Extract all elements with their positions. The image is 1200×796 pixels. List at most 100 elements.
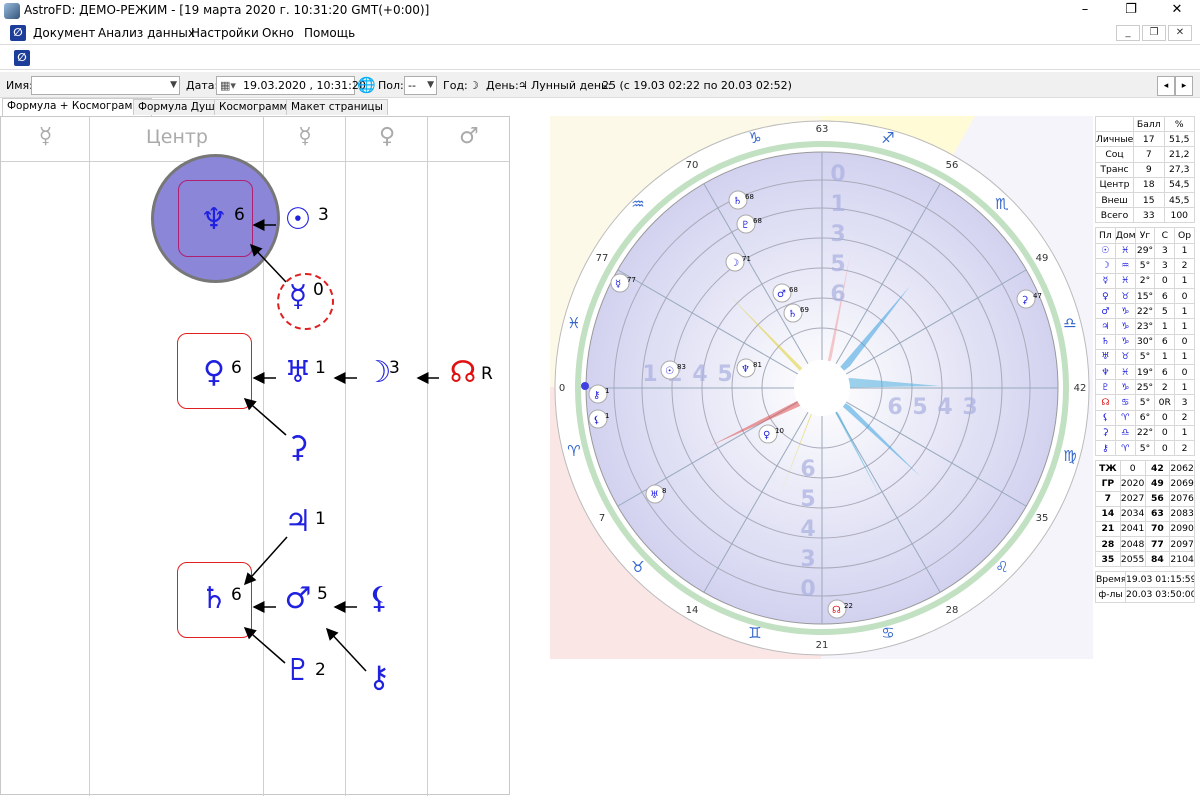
table-row: 35 2055 84 2104 — [1095, 551, 1195, 568]
table-row: ⚸ ♈ 6° 0 2 — [1095, 409, 1195, 426]
svg-text:5: 5 — [800, 487, 815, 512]
svg-text:68: 68 — [789, 286, 798, 294]
tab-page-layout[interactable]: Макет страницы — [286, 99, 388, 115]
year-moon-icon: ☽ — [469, 79, 479, 92]
table-row: ⚳ ♎ 22° 0 1 — [1095, 424, 1195, 441]
svg-text:3: 3 — [830, 222, 845, 247]
menu-help[interactable]: Помощь — [304, 26, 355, 40]
svg-text:1: 1 — [642, 362, 657, 387]
app-logo-icon[interactable]: ∅ — [14, 50, 30, 66]
svg-text:4: 4 — [692, 362, 707, 387]
maximize-button[interactable]: ❐ — [1108, 0, 1154, 22]
table-row: ☿ ♓ 2° 0 1 — [1095, 272, 1195, 290]
svg-text:69: 69 — [800, 306, 809, 314]
lunar-day-label: Лунный день: — [531, 79, 612, 92]
svg-text:♂: ♂ — [777, 289, 786, 300]
table-row: 28 2048 77 2097 — [1095, 536, 1195, 553]
menu-data-analysis[interactable]: Анализ данных — [98, 26, 195, 40]
chevron-down-icon: ▼ — [170, 80, 177, 90]
svg-text:71: 71 — [742, 255, 751, 263]
svg-text:5: 5 — [912, 395, 927, 420]
table-row: Время 19.03 01:15:59 — [1095, 571, 1195, 588]
tab-formula-cosmogram[interactable]: Формула + Космограмма — [2, 98, 152, 116]
day-jupiter-icon: ♃ — [518, 79, 528, 92]
svg-text:10: 10 — [775, 427, 784, 435]
formula-arrows — [243, 219, 439, 672]
wheel-number: 7 — [599, 513, 605, 524]
svg-text:☽: ☽ — [730, 258, 739, 269]
mdi-minimize-button[interactable]: _ — [1116, 25, 1140, 41]
svg-text:☊: ☊ — [832, 605, 841, 616]
minimize-button[interactable]: – — [1062, 0, 1108, 22]
svg-text:⚸: ⚸ — [593, 415, 600, 426]
svg-text:68: 68 — [753, 217, 762, 225]
svg-text:5: 5 — [830, 252, 845, 277]
calendar-icon[interactable]: ▦▾ — [220, 77, 236, 94]
sign-capricorn-icon: ♑ — [748, 129, 761, 147]
wheel-number: 21 — [816, 640, 829, 651]
wheel-number: 70 — [686, 160, 699, 171]
gender-select[interactable]: -- ▼ — [404, 76, 437, 95]
table-row: 14 2034 63 2083 — [1095, 505, 1195, 522]
table-row: ♅ ♉ 5° 1 1 — [1095, 348, 1195, 366]
menu-settings[interactable]: Настройки — [191, 26, 259, 40]
mdi-restore-button[interactable]: ❐ — [1142, 25, 1166, 41]
date-value: 19.03.2020 , 10:31:20 — [243, 79, 366, 92]
svg-text:8: 8 — [662, 487, 666, 495]
mdi-close-button[interactable]: ✕ — [1168, 25, 1192, 41]
sign-sagittarius-icon: ♐ — [881, 129, 894, 147]
sign-aquarius-icon: ♒ — [631, 195, 644, 213]
time-table: Время 19.03 01:15:59 ф-лы 20.03 03:50:00 — [1095, 571, 1195, 603]
cycles-table: ТЖ 0 42 2062 ГР 2020 49 2069 7 2027 56 2076 14 203… — [1095, 460, 1195, 568]
cosmogram-wheel: ♈ ♉ ♊ ♋ ♌ ♍ ♎ ♏ ♐ ♑ ♒ ♓ 0 7 14 21 28 35 … — [550, 116, 1093, 659]
nav-prev-button[interactable]: ◂ — [1157, 76, 1175, 96]
lunar-day-value: 25 (с 19.03 02:22 по 20.03 02:52) — [602, 79, 792, 92]
sign-libra-icon: ♎ — [1063, 314, 1076, 332]
table-row: ♆ ♓ 19° 6 0 — [1095, 363, 1195, 381]
sign-aries-icon: ♈ — [567, 442, 580, 460]
gender-value: -- — [408, 79, 416, 92]
table-row: Внеш 15 45,5 — [1095, 191, 1195, 209]
table-row: ♄ ♑ 30° 6 0 — [1095, 333, 1195, 350]
svg-text:☿: ☿ — [615, 279, 621, 290]
table-row: Соц 7 21,2 — [1095, 146, 1195, 163]
svg-text:♄: ♄ — [788, 309, 797, 320]
table-row: ♃ ♑ 23° 1 1 — [1095, 318, 1195, 335]
wheel-number: 0 — [559, 383, 565, 394]
date-field[interactable]: ▦▾ 19.03.2020 , 10:31:20 — [216, 76, 366, 95]
cursor-marker[interactable] — [581, 382, 589, 390]
svg-text:⚷: ⚷ — [593, 390, 600, 401]
svg-text:⚳: ⚳ — [1021, 295, 1028, 306]
table-row: ГР 2020 49 2069 — [1095, 475, 1195, 492]
menu-bar: ∅ Документ Анализ данных Настройки Окно … — [0, 22, 1200, 44]
globe-icon[interactable]: 🌐 — [357, 76, 376, 94]
svg-text:6: 6 — [800, 457, 815, 482]
tab-soul-formula[interactable]: Формула Души — [133, 99, 227, 115]
table-row: ♀ ♉ 15° 6 0 — [1095, 288, 1195, 305]
name-label: Имя: — [6, 79, 33, 92]
svg-text:68: 68 — [745, 193, 754, 201]
table-row: Центр 18 54,5 — [1095, 176, 1195, 193]
svg-text:3: 3 — [962, 395, 977, 420]
close-button[interactable]: ✕ — [1154, 0, 1200, 22]
svg-text:♆: ♆ — [741, 364, 750, 375]
date-label: Дата: — [186, 79, 219, 92]
table-row: Транс 9 27,3 — [1095, 161, 1195, 178]
svg-text:22: 22 — [844, 602, 853, 610]
document-icon[interactable]: ∅ — [10, 25, 26, 41]
menu-window[interactable]: Окно — [262, 26, 294, 40]
chevron-down-icon: ▼ — [427, 80, 434, 90]
table-row: ☉ ♓ 29° 3 1 — [1095, 242, 1195, 259]
svg-text:0: 0 — [830, 162, 845, 187]
svg-text:☉: ☉ — [665, 366, 674, 377]
app-icon — [4, 3, 20, 19]
svg-text:77: 77 — [627, 276, 636, 284]
name-combobox[interactable]: ▼ — [31, 76, 180, 95]
window-title: AstroFD: ДЕМО-РЕЖИМ - [19 марта 2020 г. … — [24, 3, 430, 17]
svg-text:6: 6 — [830, 282, 845, 307]
nav-next-button[interactable]: ▸ — [1175, 76, 1193, 96]
menu-document[interactable]: Документ — [33, 26, 95, 40]
table-row: Личные 17 51,5 — [1095, 131, 1195, 148]
title-bar: AstroFD: ДЕМО-РЕЖИМ - [19 марта 2020 г. … — [0, 0, 1200, 22]
wheel-number: 14 — [686, 605, 699, 616]
